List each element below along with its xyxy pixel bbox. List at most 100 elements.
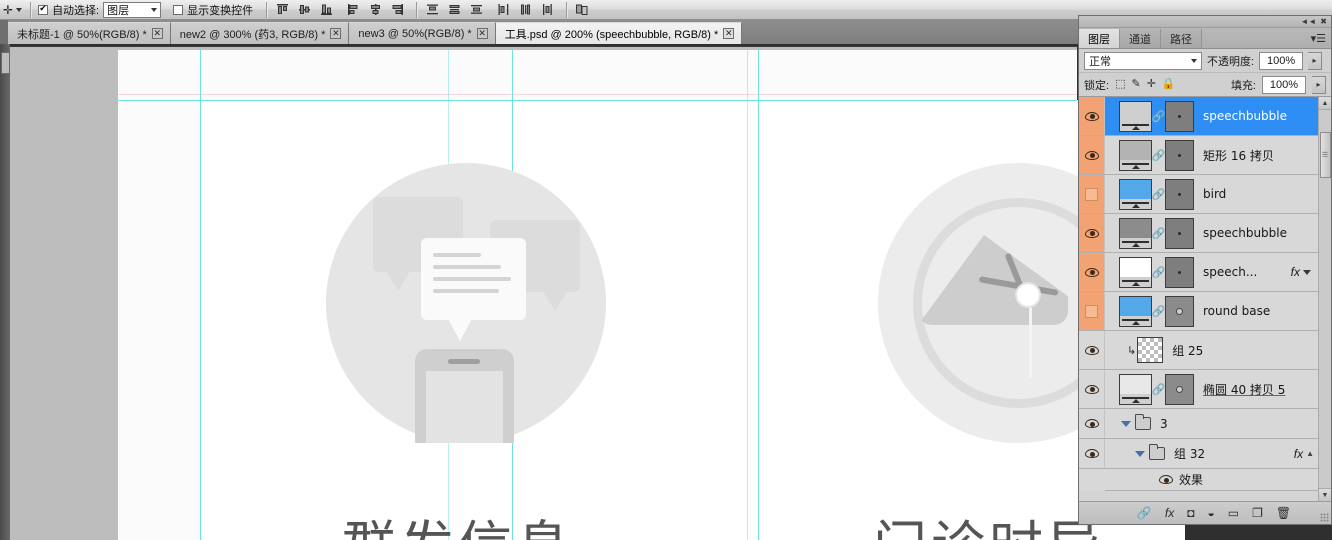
collapse-left-dock-button[interactable] (1, 52, 10, 74)
layer-thumbnail[interactable] (1119, 295, 1152, 327)
table-row[interactable]: 🔗 bird (1079, 175, 1318, 214)
tool-preset-caret-icon[interactable] (16, 7, 23, 12)
close-icon[interactable]: ✕ (330, 28, 342, 39)
document-tab-3[interactable]: new3 @ 50%(RGB/8) * ✕ (349, 22, 496, 44)
layer-thumbnail[interactable] (1119, 217, 1152, 249)
lock-all-icon[interactable]: 🔒 (1162, 79, 1176, 90)
link-layers-icon[interactable]: 🔗 (1152, 188, 1166, 201)
layer-name[interactable]: 矩形 16 拷贝 (1194, 147, 1318, 164)
show-transform-checkbox[interactable] (173, 4, 184, 15)
lock-transparent-pixels-icon[interactable]: ⬚ (1115, 79, 1125, 90)
table-row[interactable]: 3 (1079, 409, 1318, 439)
scrollbar-thumb[interactable]: ☰ (1319, 132, 1331, 178)
distribute-bottom-edges-icon[interactable] (466, 1, 486, 19)
document-tab-4-active[interactable]: 工具.psd @ 200% (speechbubble, RGB/8) * ✕ (495, 22, 743, 44)
link-layers-icon[interactable]: 🔗 (1152, 383, 1166, 396)
layer-mask-thumbnail[interactable] (1165, 256, 1194, 288)
layer-name[interactable]: bird (1194, 187, 1318, 201)
align-horizontal-centers-icon[interactable] (365, 1, 385, 19)
vector-mask-thumbnail[interactable] (1165, 295, 1194, 327)
layer-name[interactable]: speechbubble (1194, 109, 1318, 123)
layer-mask-thumbnail[interactable] (1165, 139, 1194, 171)
layer-visibility-toggle[interactable] (1079, 97, 1105, 135)
layers-scrollbar[interactable]: ▲ ☰ ▼ (1318, 97, 1331, 501)
layer-thumbnail[interactable] (1119, 178, 1152, 210)
auto-align-icon[interactable] (572, 1, 592, 19)
align-left-edges-icon[interactable] (343, 1, 363, 19)
table-row[interactable]: 效果 (1079, 468, 1318, 491)
tab-layers[interactable]: 图层 (1079, 29, 1120, 48)
layer-name[interactable]: speechbubble (1194, 226, 1318, 240)
document-tab-1[interactable]: 未标题-1 @ 50%(RGB/8) * ✕ (8, 22, 171, 44)
layer-effects-icon[interactable]: fx (1291, 265, 1303, 279)
layers-list-scroll-area[interactable]: 🔗 speechbubble 🔗 矩形 16 拷贝 🔗 bird 🔗 speec… (1079, 97, 1331, 501)
table-row[interactable]: 🔗 椭圆 40 拷贝 5 (1079, 370, 1318, 409)
new-group-icon[interactable]: ▭ (1228, 507, 1239, 519)
expand-effects-icon[interactable] (1303, 269, 1311, 275)
new-layer-icon[interactable]: ❐ (1252, 507, 1263, 519)
auto-select-target-dropdown[interactable]: 图层 (103, 1, 162, 18)
table-row[interactable]: 🔗 矩形 16 拷贝 (1079, 136, 1318, 175)
fill-stepper[interactable]: ▸ (1312, 75, 1326, 94)
lock-position-icon[interactable]: ✛ (1147, 79, 1156, 90)
link-layers-icon[interactable]: 🔗 (1137, 507, 1152, 519)
align-top-edges-icon[interactable] (272, 1, 292, 19)
layer-visibility-toggle[interactable] (1079, 468, 1105, 491)
vector-mask-thumbnail[interactable] (1165, 373, 1194, 405)
table-row[interactable]: 🔗 round base (1079, 292, 1318, 331)
new-adjustment-layer-icon[interactable]: ◒ (1207, 507, 1214, 519)
layer-visibility-toggle[interactable] (1079, 370, 1105, 408)
link-layers-icon[interactable]: 🔗 (1152, 305, 1166, 318)
close-icon[interactable]: ✕ (723, 28, 735, 39)
layer-thumbnail[interactable] (1119, 139, 1152, 171)
layer-mask-thumbnail[interactable] (1165, 100, 1194, 132)
layer-thumbnail[interactable] (1119, 100, 1152, 132)
layer-visibility-toggle[interactable] (1079, 331, 1105, 369)
layer-visibility-toggle[interactable] (1079, 214, 1105, 252)
layer-name[interactable]: 组 25 (1163, 342, 1318, 359)
group-disclosure-icon[interactable] (1135, 450, 1145, 457)
layer-name[interactable]: 3 (1151, 417, 1318, 431)
eye-icon[interactable] (1159, 475, 1173, 484)
opacity-input[interactable]: 100% (1259, 51, 1304, 70)
layer-thumbnail[interactable] (1119, 373, 1152, 405)
layer-name-editing[interactable]: 椭圆 40 拷贝 5 (1194, 381, 1318, 398)
distribute-left-edges-icon[interactable] (493, 1, 513, 19)
distribute-top-edges-icon[interactable] (422, 1, 442, 19)
table-row[interactable]: ↳ 组 25 (1079, 331, 1318, 370)
collapse-panel-icon[interactable]: ◄◄ (1300, 17, 1316, 26)
tab-paths[interactable]: 路径 (1161, 29, 1202, 48)
group-disclosure-icon[interactable] (1121, 420, 1131, 427)
table-row[interactable]: 🔗 speechbubble (1079, 97, 1318, 136)
document-tab-2[interactable]: new2 @ 300% (药3, RGB/8) * ✕ (170, 22, 350, 44)
align-right-edges-icon[interactable] (387, 1, 407, 19)
close-panel-icon[interactable]: ✖ (1320, 17, 1327, 26)
layer-visibility-toggle[interactable] (1079, 439, 1105, 468)
add-layer-mask-icon[interactable]: ◘ (1187, 507, 1194, 519)
layer-visibility-toggle[interactable] (1079, 136, 1105, 174)
distribute-horizontal-centers-icon[interactable] (515, 1, 535, 19)
panel-menu-icon[interactable]: ▾☰ (1311, 32, 1326, 45)
lock-image-pixels-icon[interactable]: ✎ (1131, 79, 1140, 90)
layer-mask-thumbnail[interactable] (1165, 217, 1194, 249)
resize-grip[interactable] (1320, 513, 1329, 522)
layer-name[interactable]: 组 32 (1165, 445, 1294, 462)
add-layer-style-icon[interactable]: fx (1165, 507, 1174, 519)
opacity-stepper[interactable]: ▸ (1308, 51, 1323, 70)
scroll-up-icon[interactable]: ▲ (1318, 97, 1331, 110)
link-layers-icon[interactable]: 🔗 (1152, 149, 1166, 162)
layer-visibility-toggle[interactable] (1079, 292, 1105, 330)
layer-visibility-toggle[interactable] (1079, 253, 1105, 291)
layer-visibility-toggle[interactable] (1079, 409, 1105, 438)
close-icon[interactable]: ✕ (476, 28, 488, 39)
align-vertical-centers-icon[interactable] (294, 1, 314, 19)
link-layers-icon[interactable]: 🔗 (1152, 227, 1166, 240)
align-bottom-edges-icon[interactable] (316, 1, 336, 19)
layer-thumbnail[interactable] (1119, 256, 1152, 288)
layer-mask-thumbnail[interactable] (1165, 178, 1194, 210)
link-layers-icon[interactable]: 🔗 (1152, 266, 1166, 279)
distribute-right-edges-icon[interactable] (537, 1, 557, 19)
table-row[interactable]: 🔗 speechbubble (1079, 214, 1318, 253)
layer-effects-icon[interactable]: fx (1294, 447, 1306, 461)
blend-mode-dropdown[interactable]: 正常 (1084, 51, 1202, 70)
